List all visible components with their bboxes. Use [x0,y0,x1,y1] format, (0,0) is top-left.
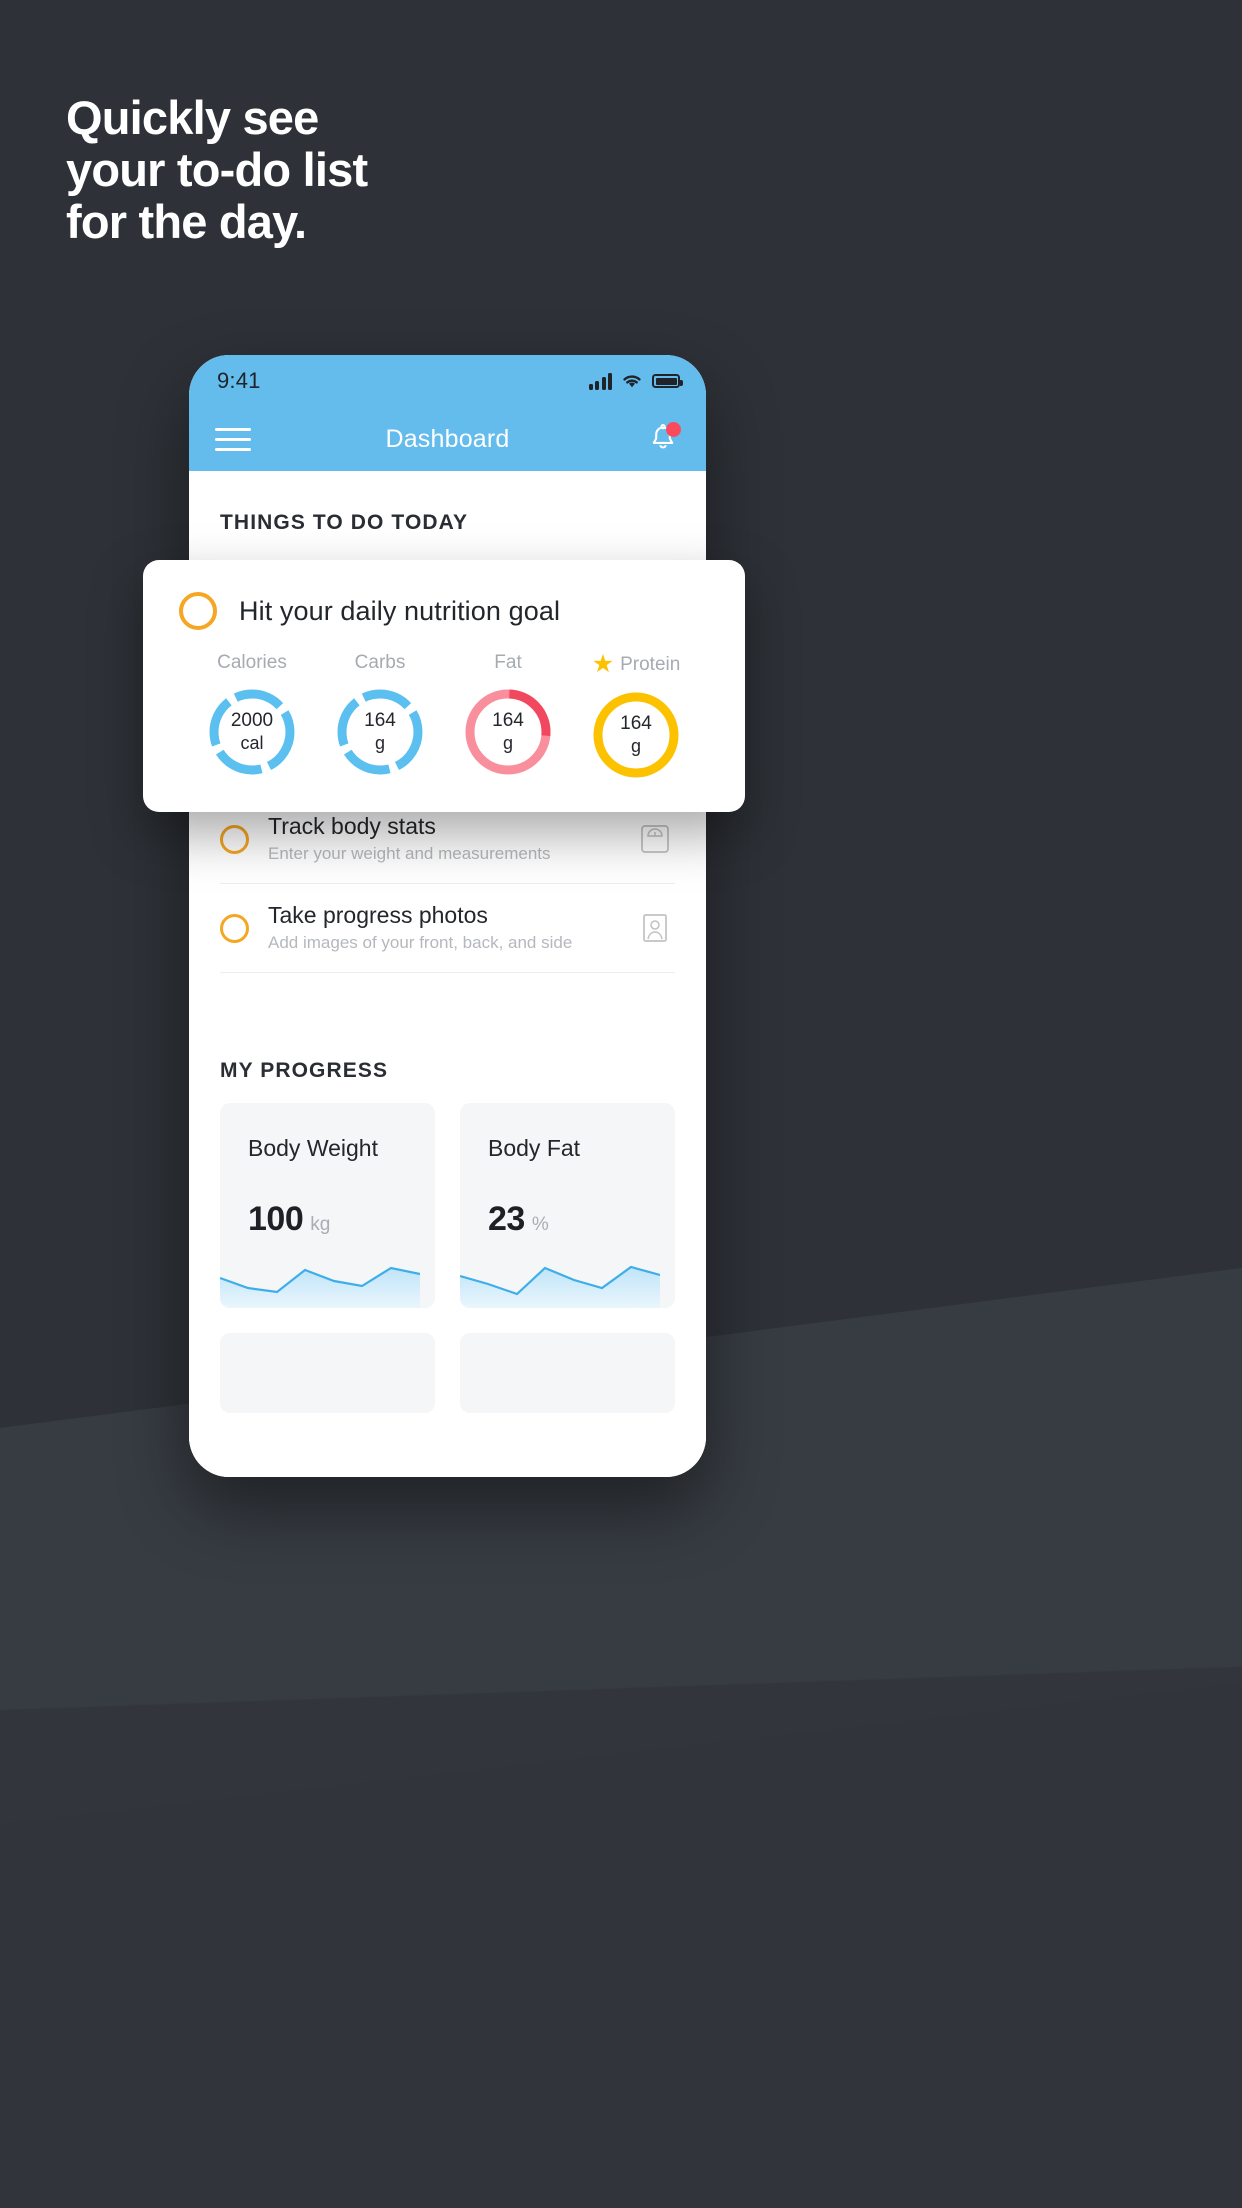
progress-card-unit: kg [310,1214,331,1235]
progress-card-value: 100 kg [220,1162,435,1239]
fat-value: 164 [492,710,524,731]
protein-label: Protein [620,653,681,675]
promo-headline: Quickly see your to-do list for the day. [66,91,368,248]
carbs-value: 164 [364,710,396,731]
progress-card-placeholder[interactable] [220,1333,435,1413]
notification-badge [666,422,681,437]
fat-ring: 164 g [460,684,556,780]
list-item[interactable]: Take progress photos Add images of your … [220,884,675,973]
list-item-text: Track body stats Enter your weight and m… [268,812,616,866]
calories-unit: cal [240,733,264,753]
checkbox-ring-icon[interactable] [220,913,249,943]
fat-unit: g [502,733,513,753]
wifi-icon [623,375,641,388]
macro-carbs[interactable]: Carbs 164 g [321,652,439,783]
progress-cards-row-2 [189,1308,706,1413]
macro-label: ★ Protein [577,652,695,677]
protein-ring: 164 g [588,687,684,783]
body-fat-sparkline [460,1265,660,1308]
macro-label: Fat [494,652,522,673]
progress-card-body-fat[interactable]: Body Fat 23% [460,1103,675,1308]
fat-ring-text: 164 g [460,684,556,780]
page-title: Dashboard [385,424,510,453]
macro-protein[interactable]: ★ Protein 164 g [577,652,695,783]
carbs-unit: g [374,733,385,753]
calories-ring: 2000 cal [204,684,300,780]
status-bar: 9:41 [189,355,706,407]
battery-icon [652,374,683,388]
body-weight-sparkline [220,1266,420,1308]
list-item-subtitle: Enter your weight and measurements [268,844,551,863]
status-icons [588,372,683,390]
progress-section-title: MY PROGRESS [220,1059,389,1082]
nav-bar: Dashboard [189,407,706,471]
nutrition-goal-card[interactable]: Hit your daily nutrition goal Calories 2… [143,560,745,812]
nutrition-card-header: Hit your daily nutrition goal [179,592,709,630]
carbs-ring: 164 g [332,684,428,780]
status-clock: 9:41 [217,368,261,393]
macro-fat[interactable]: Fat 164 g [449,652,567,783]
notification-bell-button[interactable] [646,422,681,456]
todo-section-title: THINGS TO DO TODAY [220,511,469,534]
progress-card-body-weight[interactable]: Body Weight 100 kg [220,1103,435,1308]
hamburger-menu-icon[interactable] [215,421,251,458]
list-item-text: Take progress photos Add images of your … [268,901,616,955]
weight-scale-icon [641,825,669,853]
progress-cards: Body Weight 100 kg Body Fat 23 % [189,1083,706,1308]
person-photo-icon [643,914,667,942]
star-icon: ★ [591,650,615,678]
macro-label: Carbs [354,652,406,673]
calories-ring-text: 2000 cal [204,684,300,780]
phone-mockup: 9:41 Dashboard THINGS TO DO TODAY Track … [189,355,706,1477]
list-item-title: Track body stats [268,813,436,839]
progress-card-number: 100 [248,1200,304,1238]
nutrition-card-title: Hit your daily nutrition goal [239,595,561,626]
signal-bars-icon [588,372,612,390]
macro-label: Calories [217,652,287,673]
progress-card-label: Body Fat [488,1135,581,1161]
progress-card-unit: % [531,1214,549,1235]
list-item-title: Take progress photos [268,902,488,928]
checkbox-ring-icon[interactable] [220,824,249,854]
progress-card-placeholder[interactable] [460,1333,675,1413]
calories-value: 2000 [230,710,274,731]
protein-unit: g [630,736,641,756]
carbs-ring-text: 164 g [332,684,428,780]
progress-card-number: 23 [488,1200,525,1238]
macro-rings: Calories 2000 cal Carbs 164 g Fat 164 g … [179,630,709,783]
checkbox-ring-icon[interactable] [179,592,217,630]
protein-ring-text: 164 g [588,687,684,783]
progress-card-label: Body Weight [248,1135,378,1161]
protein-value: 164 [620,713,652,734]
macro-calories[interactable]: Calories 2000 cal [193,652,311,783]
progress-card-value: 23% [460,1162,675,1239]
list-item-subtitle: Add images of your front, back, and side [268,933,573,952]
